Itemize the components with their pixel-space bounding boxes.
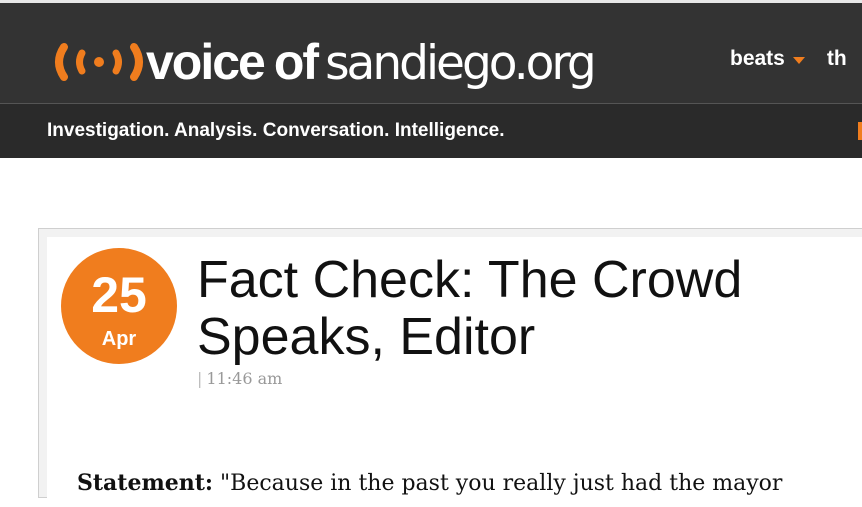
date-day: 25 (91, 267, 147, 323)
article-statement: Statement: "Because in the past you real… (77, 470, 782, 496)
nav-item-label: th (826, 47, 847, 70)
site-logo[interactable]: voice of sandiego.org (52, 31, 597, 93)
site-tagline: Investigation. Analysis. Conversation. I… (47, 120, 505, 141)
main-nav: beats th (730, 47, 847, 71)
nav-item-label: beats (730, 47, 785, 70)
date-month: Apr (101, 328, 137, 350)
logo-word-of: of (273, 34, 319, 90)
logo-word-domain: sandiego.org (325, 36, 597, 91)
article-meta: | 11:46 am (197, 369, 282, 388)
statement-label: Statement: (77, 470, 214, 496)
logo-word-voice: voice (146, 34, 266, 90)
statement-text: "Because in the past you really just had… (220, 471, 783, 496)
signal-broadcast-icon (52, 37, 146, 87)
dropdown-caret-icon (792, 56, 805, 64)
logo-wordmark: voice of sandiego.org (146, 33, 597, 91)
meta-separator: | (197, 369, 203, 388)
article-time: 11:46 am (206, 369, 283, 388)
article-title[interactable]: Fact Check: The Crowd Speaks, Editor (197, 252, 862, 366)
tagline-accent (858, 122, 862, 140)
site-header: voice of sandiego.org beats th (0, 0, 862, 103)
tagline-bar: Investigation. Analysis. Conversation. I… (0, 103, 862, 158)
nav-item-truncated[interactable]: th (827, 47, 847, 71)
nav-item-beats[interactable]: beats (730, 47, 805, 71)
date-badge: 25 Apr (61, 248, 177, 364)
article-title-text: Fact Check: The Crowd Speaks, Editor (197, 251, 743, 366)
